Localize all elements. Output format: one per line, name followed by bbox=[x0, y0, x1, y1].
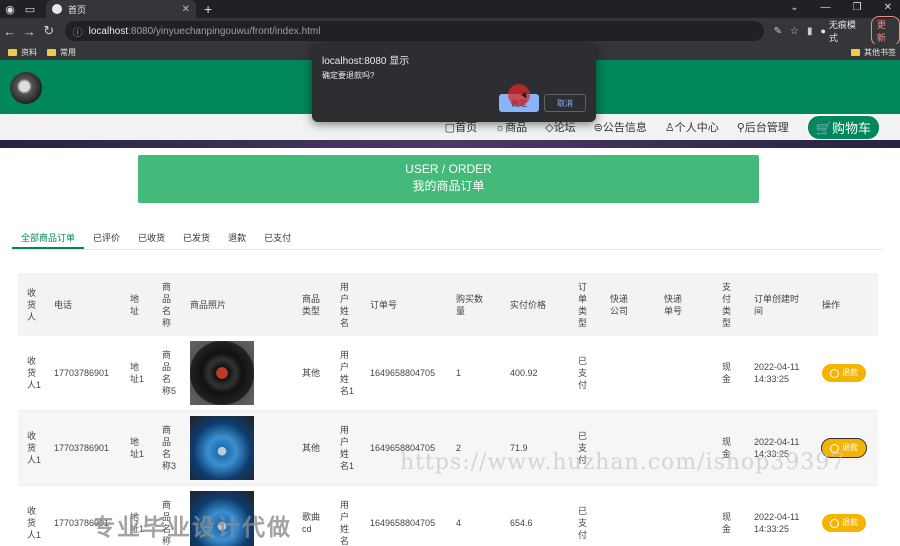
dialog-title: localhost:8080 显示 bbox=[322, 56, 410, 67]
col-price: 实付价格 bbox=[510, 299, 547, 310]
tab-reviewed[interactable]: 已评价 bbox=[84, 228, 129, 249]
sidebar-icon[interactable]: ▮ bbox=[807, 26, 813, 37]
browser-tab-strip: ◉ ▭ 首页 ✕ + ⌄ — ❐ ✕ bbox=[0, 0, 900, 18]
banner-line1: USER / ORDER bbox=[405, 162, 492, 176]
nav-admin[interactable]: ⚲后台管理 bbox=[737, 119, 789, 135]
url-watermark: https://www.huzhan.com/ishop39397 bbox=[400, 450, 846, 475]
product-image[interactable] bbox=[190, 341, 254, 405]
site-logo[interactable] bbox=[10, 72, 42, 104]
folder-icon bbox=[8, 48, 17, 56]
tab-title: 首页 bbox=[68, 4, 87, 15]
nav-user-center[interactable]: ♙个人中心 bbox=[665, 119, 719, 135]
refund-icon bbox=[830, 368, 839, 378]
tab-refund[interactable]: 退款 bbox=[219, 228, 255, 249]
bookmark-folder[interactable]: 常用 bbox=[47, 47, 76, 58]
tab-all-orders[interactable]: 全部商品订单 bbox=[12, 228, 85, 249]
update-button[interactable]: 更新 bbox=[870, 16, 900, 46]
table-row: 收货人1 17703786901 地址1 商品名称5 其他 用户姓名1 1649… bbox=[18, 336, 878, 411]
dialog-message: 确定要退款吗? bbox=[322, 71, 375, 80]
col-photo: 商品照片 bbox=[190, 299, 227, 310]
product-image[interactable] bbox=[190, 416, 254, 480]
col-action: 操作 bbox=[822, 299, 841, 310]
bookmark-star-icon[interactable]: ☆ bbox=[790, 26, 799, 37]
extension-icon[interactable]: ✎ bbox=[774, 26, 782, 37]
col-user: 用户姓名 bbox=[340, 281, 350, 328]
refund-button[interactable]: 退款 bbox=[822, 364, 866, 382]
col-tracking: 快递单号 bbox=[664, 293, 683, 316]
close-window-icon[interactable]: ✕ bbox=[884, 0, 892, 16]
nav-announcements[interactable]: ⊜公告信息 bbox=[594, 119, 647, 135]
col-phone: 电话 bbox=[54, 299, 73, 310]
page-title-banner: USER / ORDER 我的商品订单 bbox=[138, 155, 759, 203]
bookmark-folder[interactable]: 资料 bbox=[8, 47, 37, 58]
cart-button[interactable]: 🛒购物车 bbox=[806, 114, 880, 140]
minimize-icon[interactable]: — bbox=[821, 0, 831, 16]
table-header: 收货人 电话 地址 商品名称 商品照片 商品类型 用户姓名 订单号 购买数量 实… bbox=[18, 273, 878, 336]
browser-tab[interactable]: 首页 ✕ bbox=[46, 0, 196, 18]
folder-icon bbox=[47, 48, 56, 56]
col-type: 商品类型 bbox=[302, 293, 321, 316]
url-host: localhost bbox=[88, 25, 129, 37]
folder-icon bbox=[851, 49, 860, 56]
tab-shipped[interactable]: 已发货 bbox=[174, 228, 219, 249]
tab-received[interactable]: 已收货 bbox=[129, 228, 174, 249]
tab-paid[interactable]: 已支付 bbox=[255, 228, 300, 249]
browser-menu-icon[interactable]: ◉ bbox=[2, 1, 18, 17]
confirm-dialog: localhost:8080 显示 确定要退款吗? 确定 取消 bbox=[312, 44, 596, 122]
globe-icon bbox=[52, 4, 62, 14]
col-address: 地址 bbox=[130, 293, 140, 316]
col-qty: 购买数量 bbox=[456, 293, 484, 316]
incognito-icon: ● bbox=[820, 26, 826, 36]
close-tab-icon[interactable]: ✕ bbox=[182, 4, 190, 15]
tab-search-icon[interactable]: ▭ bbox=[22, 1, 38, 17]
col-pay-type: 支付类型 bbox=[722, 281, 732, 328]
col-order-type: 订单类型 bbox=[578, 281, 588, 328]
col-receiver: 收货人 bbox=[27, 287, 37, 322]
forward-icon[interactable]: → bbox=[20, 24, 40, 39]
refund-icon bbox=[830, 518, 839, 528]
window-controls: ⌄ — ❐ ✕ bbox=[790, 0, 892, 16]
maximize-icon[interactable]: ❐ bbox=[853, 0, 862, 16]
col-product-name: 商品名称 bbox=[162, 281, 172, 328]
decorative-strip bbox=[0, 140, 900, 148]
new-tab-icon[interactable]: + bbox=[204, 0, 212, 18]
col-created: 订单创建时间 bbox=[754, 293, 800, 316]
reload-icon[interactable]: ↻ bbox=[39, 23, 59, 39]
refund-button[interactable]: 退款 bbox=[822, 514, 866, 532]
other-bookmarks[interactable]: 其他书签 bbox=[851, 47, 896, 58]
cancel-button[interactable]: 取消 bbox=[544, 94, 586, 112]
info-icon[interactable]: ⓘ bbox=[73, 24, 83, 39]
orders-table: 收货人 电话 地址 商品名称 商品照片 商品类型 用户姓名 订单号 购买数量 实… bbox=[18, 273, 878, 546]
back-icon[interactable]: ← bbox=[0, 24, 20, 39]
url-path: :8080/yinyuechanpingouwu/front/index.htm… bbox=[128, 25, 321, 37]
col-courier: 快递公司 bbox=[610, 293, 629, 316]
col-order-no: 订单号 bbox=[370, 299, 398, 310]
order-tabs: 全部商品订单 已评价 已收货 已发货 退款 已支付 bbox=[12, 228, 882, 250]
page-content: ▢首页 ☼商品 ◇论坛 ⊜公告信息 ♙个人中心 ⚲后台管理 🛒购物车 USER … bbox=[0, 60, 900, 546]
text-watermark: 专业毕业设计代做 bbox=[92, 514, 292, 540]
url-input[interactable]: ⓘ localhost :8080/yinyuechanpingouwu/fro… bbox=[64, 21, 764, 41]
chevron-down-icon[interactable]: ⌄ bbox=[790, 0, 798, 16]
incognito-indicator[interactable]: ● 无痕模式 bbox=[820, 18, 862, 44]
banner-line2: 我的商品订单 bbox=[412, 179, 485, 193]
address-bar-row: ← → ↻ ⓘ localhost :8080/yinyuechanpingou… bbox=[0, 16, 900, 46]
